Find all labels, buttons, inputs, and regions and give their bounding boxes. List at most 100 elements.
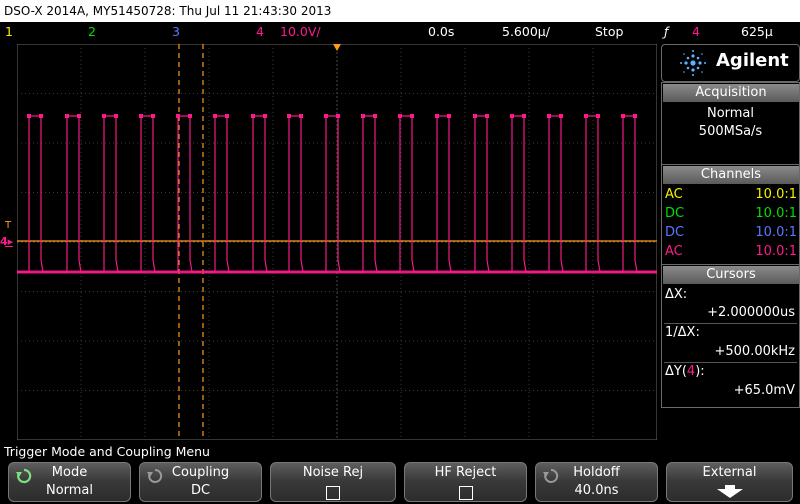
pulse-top-marker bbox=[213, 114, 217, 118]
run-state: Stop bbox=[595, 24, 624, 39]
channel-4-probe-ratio: 10.0:1 bbox=[755, 244, 797, 259]
channel-3-coupling: DC bbox=[665, 225, 685, 240]
menu-title: Trigger Mode and Coupling Menu bbox=[4, 444, 210, 459]
coupling-value: DC bbox=[190, 483, 211, 498]
pulse-top-marker bbox=[435, 114, 439, 118]
sample-rate: 500MSa/s bbox=[698, 124, 763, 139]
channel-3-probe-ratio: 10.0:1 bbox=[755, 225, 797, 240]
time-scale: 5.600µ/ bbox=[502, 24, 550, 39]
channel-row-4: AC 10.0:1 bbox=[665, 242, 797, 261]
trigger-level-marker[interactable]: T bbox=[5, 220, 11, 231]
pulse-top-marker bbox=[559, 114, 563, 118]
pulse-top-marker bbox=[114, 114, 118, 118]
mode-softkey[interactable]: Mode Normal bbox=[8, 462, 131, 502]
pulse-top-marker bbox=[324, 114, 328, 118]
mode-label: Mode bbox=[51, 465, 88, 480]
noise-reject-checkbox[interactable] bbox=[326, 486, 340, 500]
pulse-top-marker bbox=[77, 114, 81, 118]
baseline-band bbox=[17, 270, 657, 274]
divider bbox=[664, 362, 797, 363]
channels-panel[interactable]: Channels AC 10.0:1 DC 10.0:1 DC 10.0:1 A… bbox=[661, 164, 800, 266]
channel-2-indicator[interactable]: 2 bbox=[88, 22, 96, 42]
time-offset: 0.0s bbox=[428, 24, 455, 39]
acquisition-panel[interactable]: Acquisition Normal 500MSa/s bbox=[661, 82, 800, 166]
agilent-logo: Agilent bbox=[661, 44, 800, 82]
channel-1-indicator[interactable]: 1 bbox=[5, 22, 13, 42]
acquisition-mode: Normal bbox=[706, 106, 755, 121]
cursors-header: Cursors bbox=[663, 266, 799, 284]
brand-name: Agilent bbox=[716, 50, 789, 71]
pulse-top-marker bbox=[547, 114, 551, 118]
agilent-spark-icon bbox=[680, 50, 706, 76]
pulse-top-marker bbox=[447, 114, 451, 118]
coupling-softkey[interactable]: Coupling DC bbox=[139, 462, 262, 502]
channel-3-indicator[interactable]: 3 bbox=[172, 22, 180, 42]
cursors-panel[interactable]: Cursors ΔX: +2.000000us 1/ΔX: +500.00kHz… bbox=[661, 264, 800, 408]
pulse-top-marker bbox=[473, 114, 477, 118]
pulse-top-marker bbox=[410, 114, 414, 118]
pulse-top-marker bbox=[510, 114, 514, 118]
channel-row-3: DC 10.0:1 bbox=[665, 223, 797, 242]
waveform-display[interactable] bbox=[17, 44, 657, 440]
pulse-top-marker bbox=[27, 114, 31, 118]
channel-row-1: AC 10.0:1 bbox=[665, 185, 797, 204]
pulse-top-marker bbox=[633, 114, 637, 118]
pulse-top-marker bbox=[584, 114, 588, 118]
pulse-top-marker bbox=[361, 114, 365, 118]
softkey-bar: Mode Normal Coupling DC Noise Rej HF Rej… bbox=[0, 460, 800, 503]
divider bbox=[664, 323, 797, 324]
inverse-delta-x-label: 1/ΔX: bbox=[665, 325, 700, 340]
pulse-top-marker bbox=[39, 114, 43, 118]
channel-1-probe-ratio: 10.0:1 bbox=[755, 187, 797, 202]
mode-value: Normal bbox=[45, 483, 94, 498]
external-label: External bbox=[702, 465, 757, 480]
pulse-top-marker bbox=[596, 114, 600, 118]
delta-y-value: +65.0mV bbox=[733, 383, 795, 398]
pulse-top-marker bbox=[263, 114, 267, 118]
channel-4-coupling: AC bbox=[665, 244, 683, 259]
pulse-top-marker bbox=[299, 114, 303, 118]
delta-x-value: +2.000000us bbox=[707, 305, 795, 320]
holdoff-value: 40.0ns bbox=[574, 483, 619, 498]
channel-4-indicator[interactable]: 4 bbox=[256, 22, 264, 42]
noise-reject-softkey[interactable]: Noise Rej bbox=[270, 462, 396, 502]
pulse-top-marker bbox=[485, 114, 489, 118]
noise-reject-label: Noise Rej bbox=[302, 465, 364, 480]
window-title: DSO-X 2014A, MY51450728: Thu Jul 11 21:4… bbox=[4, 4, 332, 18]
delta-y-label-prefix: ΔY( bbox=[665, 364, 687, 379]
arrow-down-icon bbox=[717, 485, 743, 498]
coupling-label: Coupling bbox=[171, 465, 230, 480]
hf-reject-softkey[interactable]: HF Reject bbox=[404, 462, 527, 502]
pulse-top-marker bbox=[151, 114, 155, 118]
channel-2-probe-ratio: 10.0:1 bbox=[755, 206, 797, 221]
acquisition-header: Acquisition bbox=[663, 84, 799, 102]
pulse-top-marker bbox=[373, 114, 377, 118]
pulse-top-marker bbox=[139, 114, 143, 118]
inverse-delta-x-value: +500.00kHz bbox=[714, 344, 795, 359]
channel-2-coupling: DC bbox=[665, 206, 685, 221]
pulse-top-marker bbox=[176, 114, 180, 118]
delta-y-label: ΔY(4): bbox=[665, 364, 705, 379]
hf-reject-checkbox[interactable] bbox=[458, 486, 473, 500]
pulse-top-marker bbox=[225, 114, 229, 118]
channel-1-coupling: AC bbox=[665, 187, 683, 202]
status-bar: 1 2 3 4 10.0V/ 0.0s 5.600µ/ Stop ƒ 4 625… bbox=[0, 22, 800, 42]
channel-4-scale: 10.0V/ bbox=[280, 24, 321, 39]
delta-y-channel: 4 bbox=[686, 364, 696, 379]
pulse-top-marker bbox=[102, 114, 106, 118]
trigger-edge-icon: ƒ bbox=[664, 24, 669, 39]
channels-header: Channels bbox=[663, 166, 799, 184]
title-bar: DSO-X 2014A, MY51450728: Thu Jul 11 21:4… bbox=[0, 0, 800, 22]
pulse-top-marker bbox=[251, 114, 255, 118]
trigger-level: 625µ bbox=[741, 24, 773, 39]
trigger-channel: 4 bbox=[692, 24, 700, 39]
pulse-top-marker bbox=[398, 114, 402, 118]
delta-y-label-suffix: ): bbox=[695, 364, 705, 379]
pulse-top-marker bbox=[522, 114, 526, 118]
pulse-top-marker bbox=[65, 114, 69, 118]
external-softkey[interactable]: External bbox=[666, 462, 793, 502]
pulse-top-marker bbox=[336, 114, 340, 118]
ground-icon bbox=[5, 246, 13, 253]
holdoff-softkey[interactable]: Holdoff 40.0ns bbox=[535, 462, 658, 502]
channel-row-2: DC 10.0:1 bbox=[665, 204, 797, 223]
